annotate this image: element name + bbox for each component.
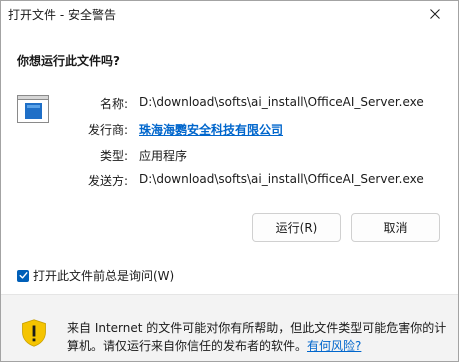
checkmark-icon — [19, 272, 27, 279]
always-ask-checkbox[interactable]: 打开此文件前总是询问(W) — [17, 267, 174, 284]
dialog-question: 你想运行此文件吗? — [17, 54, 120, 68]
type-value: 应用程序 — [139, 149, 188, 163]
close-icon — [430, 9, 440, 19]
from-value: D:\download\softs\ai_install\OfficeAI_Se… — [139, 172, 424, 186]
shield-warning-icon — [22, 319, 46, 347]
name-label: 名称: — [99, 97, 128, 111]
close-button[interactable] — [412, 1, 458, 27]
window-title: 打开文件 - 安全警告 — [8, 8, 116, 22]
publisher-label: 发行商: — [87, 123, 128, 137]
name-value: D:\download\softs\ai_install\OfficeAI_Se… — [139, 95, 424, 109]
run-button[interactable]: 运行(R) — [252, 213, 341, 242]
publisher-link[interactable]: 珠海海鹦安全科技有限公司 — [139, 123, 283, 137]
warning-text: 来自 Internet 的文件可能对你有所帮助，但此文件类型可能危害你的计算机。… — [67, 321, 447, 353]
title-bar: 打开文件 - 安全警告 — [1, 1, 458, 27]
warning-footer: 来自 Internet 的文件可能对你有所帮助，但此文件类型可能危害你的计算机。… — [1, 295, 458, 361]
what-is-the-risk-link[interactable]: 有何风险? — [307, 339, 361, 353]
cancel-button[interactable]: 取消 — [351, 213, 440, 242]
type-label: 类型: — [99, 149, 128, 163]
always-ask-label: 打开此文件前总是询问(W) — [33, 269, 175, 283]
checkbox-box[interactable] — [17, 269, 29, 282]
security-warning-dialog: 打开文件 - 安全警告 你想运行此文件吗? 名称: D:\download\so… — [0, 0, 459, 362]
from-label: 发送方: — [87, 174, 128, 188]
